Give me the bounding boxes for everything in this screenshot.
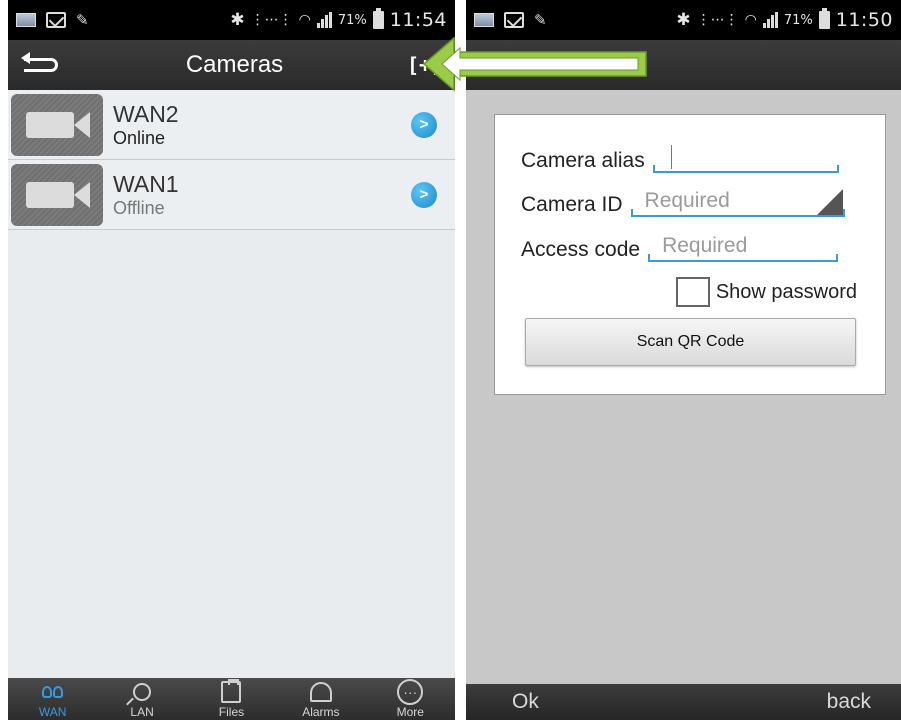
clock: 11:54 [389, 9, 447, 31]
access-code-field[interactable]: Required [648, 232, 839, 262]
battery-icon [372, 8, 384, 29]
tab-label: WAN [38, 705, 67, 719]
show-password-toggle[interactable]: Show password [675, 277, 857, 307]
battery-percent: 71% [337, 12, 367, 28]
clipboard-icon [218, 679, 244, 705]
tab-label: More [396, 705, 424, 719]
back-arrow-icon [21, 52, 58, 72]
show-password-checkbox[interactable] [675, 277, 710, 307]
screenshot-page: ✎ ✱ ⋮⋯⋮ ◠ 71% 11:54 Cameras [+] [0, 0, 901, 720]
camera-name: WAN2 [113, 100, 179, 127]
wan-icon [40, 679, 66, 705]
page-title: Cameras [185, 51, 284, 78]
pencil-icon: ✎ [534, 11, 547, 29]
pencil-icon: ✎ [76, 11, 89, 29]
signal-icon [316, 12, 332, 28]
cameras-screen: ✎ ✱ ⋮⋯⋮ ◠ 71% 11:54 Cameras [+] [8, 0, 455, 720]
scan-qr-code-button[interactable]: Scan QR Code [525, 318, 856, 366]
back-button[interactable] [8, 40, 74, 90]
access-code-label: Access code [521, 238, 641, 261]
camera-name: WAN1 [113, 170, 179, 197]
tab-more[interactable]: ··· More [375, 679, 445, 720]
battery-icon [818, 8, 830, 29]
wifi-icon: ◠ [744, 12, 757, 28]
camera-status: Offline [113, 197, 165, 218]
camera-thumbnail [11, 163, 103, 226]
vibrate-icon: ⋮⋯⋮ [250, 12, 293, 28]
signal-icon [762, 12, 778, 28]
ok-button[interactable]: Ok [512, 690, 539, 714]
status-bar: ✎ ✱ ⋮⋯⋮ ◠ 71% 11:54 [8, 0, 455, 40]
access-code-row: Access code Required [521, 232, 839, 262]
back-text-button[interactable]: back [827, 690, 871, 714]
camera-list-item[interactable]: WAN1 Offline > [8, 160, 455, 230]
video-camera-icon [26, 181, 90, 208]
camera-thumbnail [11, 93, 103, 156]
alias-row: Camera alias [521, 143, 839, 173]
camera-id-placeholder: Required [644, 189, 730, 212]
camera-id-label: Camera ID [521, 193, 623, 216]
access-code-placeholder: Required [662, 234, 748, 257]
bell-icon [308, 679, 334, 705]
action-bar: Cameras [+] [8, 40, 455, 90]
clock: 11:50 [835, 9, 893, 31]
chevron-right-icon[interactable]: > [411, 181, 437, 208]
add-camera-dialog: Camera alias Camera ID Required Access c… [494, 114, 886, 395]
chevron-right-icon[interactable]: > [411, 111, 437, 138]
search-icon [129, 679, 155, 705]
alias-field[interactable] [652, 143, 839, 173]
tab-lan[interactable]: LAN [107, 679, 177, 720]
tab-wan[interactable]: WAN [18, 679, 88, 720]
video-camera-icon [26, 111, 90, 138]
tab-label: LAN [130, 705, 154, 719]
mail-icon [46, 12, 66, 28]
tab-label: Alarms [302, 705, 340, 719]
alias-label: Camera alias [521, 149, 645, 172]
show-password-label: Show password [715, 280, 857, 303]
camera-id-row: Camera ID Required [521, 187, 845, 217]
text-cursor [670, 145, 672, 169]
battery-percent: 71% [783, 12, 813, 28]
wifi-icon: ◠ [298, 12, 311, 28]
image-notification-icon [474, 13, 494, 27]
camera-list-item[interactable]: WAN2 Online > [8, 90, 455, 160]
more-icon: ··· [397, 679, 424, 705]
image-notification-icon [16, 13, 36, 27]
vibrate-icon: ⋮⋯⋮ [696, 12, 739, 28]
bluetooth-icon: ✱ [230, 10, 245, 30]
camera-id-field[interactable]: Required [630, 187, 845, 217]
mail-icon [504, 12, 524, 28]
bluetooth-icon: ✱ [676, 10, 691, 30]
tab-alarms[interactable]: Alarms [286, 679, 356, 720]
bottom-bar: Ok back [466, 684, 901, 720]
add-camera-screen: ✎ ✱ ⋮⋯⋮ ◠ 71% 11:50 Camera alias Camera … [466, 0, 901, 720]
left-pointing-arrow-annotation [422, 36, 647, 92]
dropdown-corner-icon [816, 189, 843, 215]
camera-status: Online [113, 127, 166, 148]
tab-files[interactable]: Files [196, 679, 266, 720]
bottom-tab-bar: WAN LAN Files Alarms ··· More [8, 678, 455, 720]
camera-list: WAN2 Online > WAN1 Offline > [8, 90, 455, 230]
tab-label: Files [218, 705, 245, 719]
